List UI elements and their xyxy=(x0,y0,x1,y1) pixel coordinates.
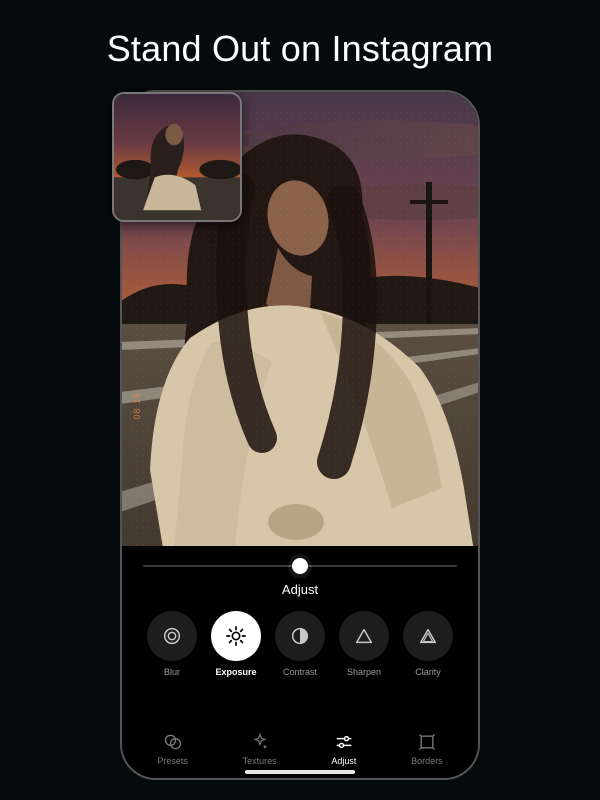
tab-label: Adjust xyxy=(331,756,356,766)
triangle-icon xyxy=(353,625,375,647)
tab-label: Textures xyxy=(243,756,277,766)
sun-icon xyxy=(225,625,247,647)
tool-label: Contrast xyxy=(283,667,317,677)
tool-clarity[interactable]: Clarity xyxy=(403,611,453,677)
preview-thumbnail[interactable] xyxy=(112,92,242,222)
slider-thumb-icon[interactable] xyxy=(292,558,308,574)
tab-adjust[interactable]: Adjust xyxy=(331,732,356,766)
tool-label: Clarity xyxy=(415,667,441,677)
sliders-icon xyxy=(334,732,354,752)
triangle-outline-icon xyxy=(417,625,439,647)
tool-blur[interactable]: Blur xyxy=(147,611,197,677)
crop-icon xyxy=(417,732,437,752)
adjust-slider[interactable] xyxy=(143,554,456,578)
contrast-icon xyxy=(289,625,311,647)
headline: Stand Out on Instagram xyxy=(107,28,494,70)
date-stamp: 08 16 xyxy=(132,392,142,420)
tab-label: Borders xyxy=(411,756,443,766)
tool-sharpen[interactable]: Sharpen xyxy=(339,611,389,677)
tool-contrast[interactable]: Contrast xyxy=(275,611,325,677)
tab-presets[interactable]: Presets xyxy=(157,732,188,766)
tool-label: Exposure xyxy=(215,667,256,677)
tab-label: Presets xyxy=(157,756,188,766)
tab-borders[interactable]: Borders xyxy=(411,732,443,766)
home-indicator[interactable] xyxy=(245,770,355,774)
tool-label: Blur xyxy=(164,667,180,677)
presets-icon xyxy=(163,732,183,752)
sparkle-icon xyxy=(250,732,270,752)
tool-label: Sharpen xyxy=(347,667,381,677)
editor-panel: Adjust Blur Exposure Contrast xyxy=(122,546,478,778)
blur-icon xyxy=(161,625,183,647)
tool-exposure[interactable]: Exposure xyxy=(211,611,261,677)
slider-label: Adjust xyxy=(282,582,318,597)
tab-textures[interactable]: Textures xyxy=(243,732,277,766)
